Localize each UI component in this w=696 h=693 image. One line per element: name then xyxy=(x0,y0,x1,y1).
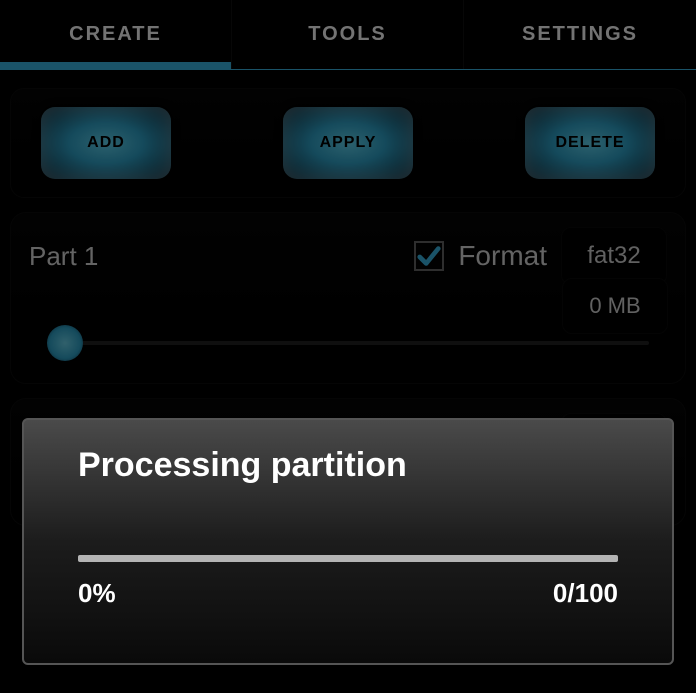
progress-bar xyxy=(78,555,618,562)
progress-row: 0% 0/100 xyxy=(78,578,618,609)
progress-percent: 0% xyxy=(78,578,116,609)
dialog-title: Processing partition xyxy=(78,446,618,485)
progress-count: 0/100 xyxy=(553,578,618,609)
progress-dialog: Processing partition 0% 0/100 xyxy=(22,418,674,665)
